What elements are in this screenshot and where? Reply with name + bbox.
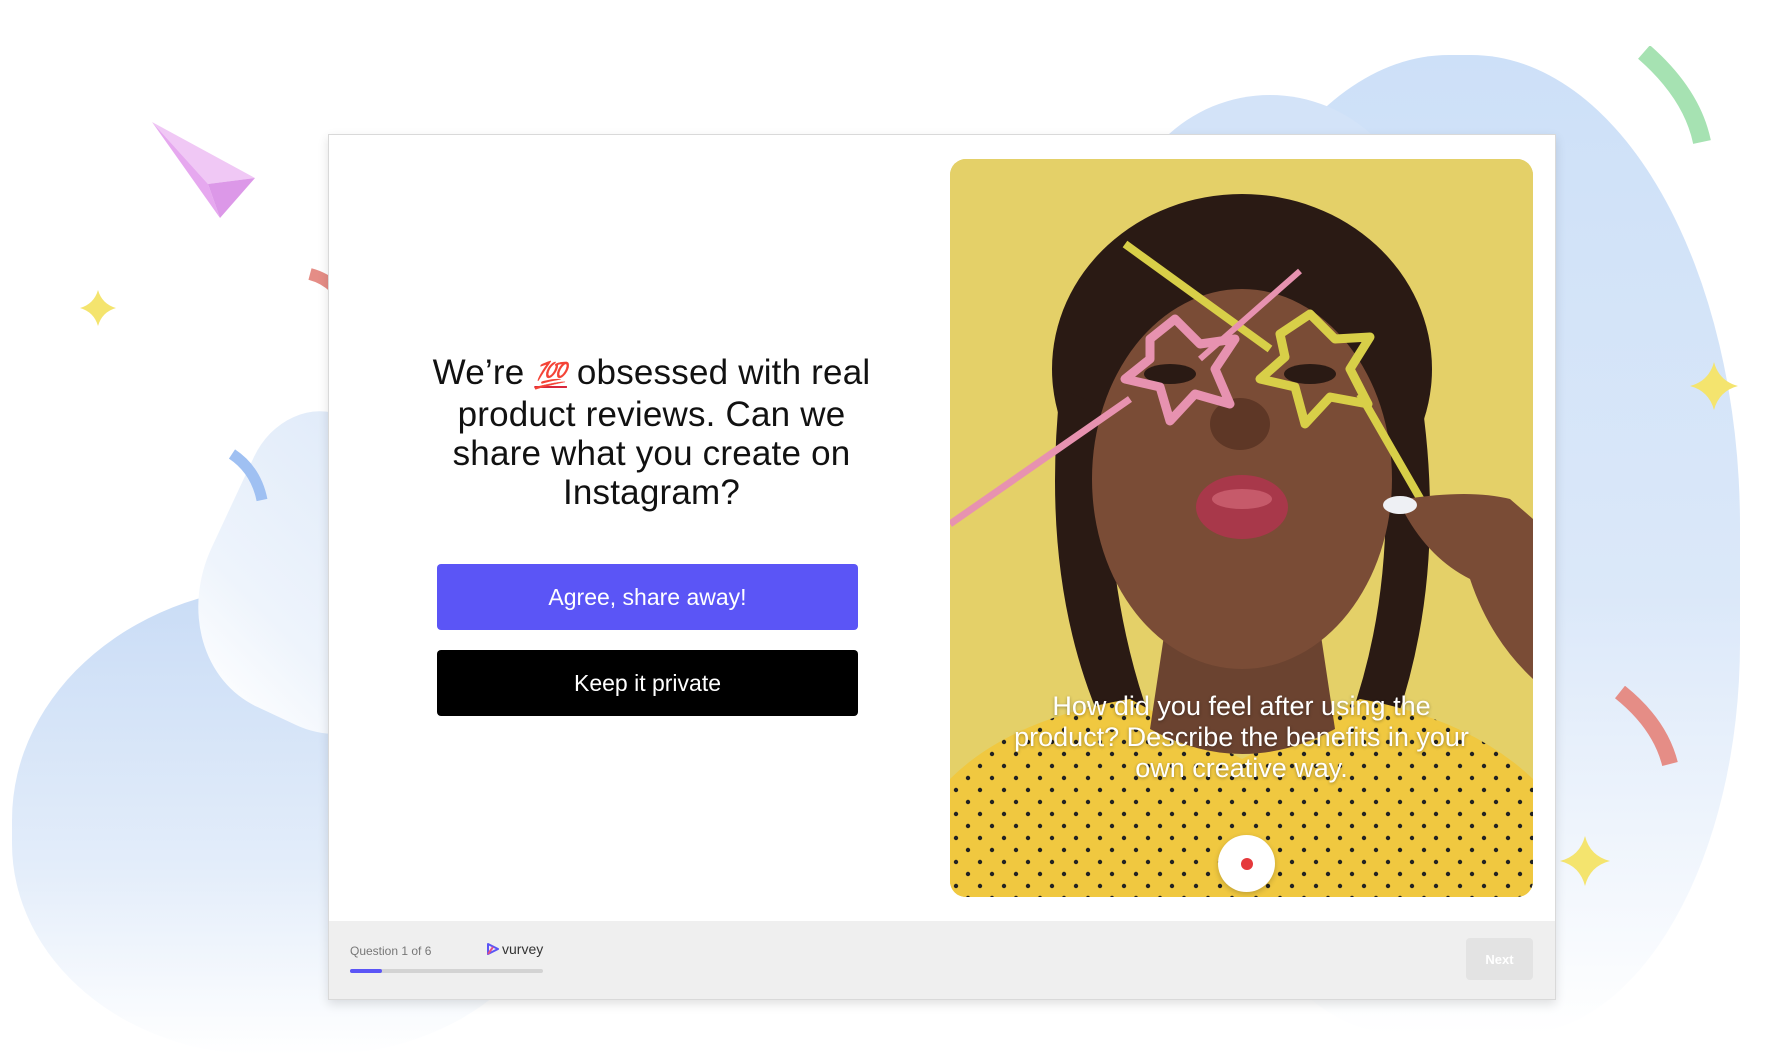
portrait-photo — [950, 159, 1533, 897]
brand-name: vurvey — [502, 941, 544, 957]
brand-logo: vurvey — [487, 941, 543, 957]
confetti-arc-icon — [1638, 46, 1711, 145]
media-prompt-caption: How did you feel after using the product… — [1014, 691, 1469, 783]
vurvey-play-icon — [487, 943, 499, 955]
record-button[interactable] — [1218, 835, 1275, 892]
question-text-start: We’re — [432, 353, 535, 392]
confetti-arc-icon — [228, 449, 268, 502]
agree-share-button[interactable]: Agree, share away! — [437, 564, 858, 630]
sparkle-icon — [80, 290, 116, 326]
sparkle-icon — [1690, 362, 1738, 410]
question-progress-label: Question 1 of 6 — [350, 944, 432, 958]
sparkle-icon — [1560, 836, 1610, 886]
keep-private-button[interactable]: Keep it private — [437, 650, 858, 716]
hundred-points-emoji-icon: 💯 — [534, 360, 567, 390]
video-prompt-panel: How did you feel after using the product… — [950, 159, 1533, 897]
record-dot-icon — [1241, 858, 1253, 870]
progress-track — [350, 969, 543, 973]
confetti-arc-icon — [1614, 686, 1678, 767]
survey-card: We’re 💯 obsessed with real product revie… — [328, 134, 1556, 1000]
next-button[interactable]: Next — [1466, 938, 1533, 980]
survey-footer: Question 1 of 6 vurvey Next — [329, 921, 1555, 999]
paper-plane-icon — [152, 122, 255, 218]
progress-fill — [350, 969, 383, 973]
question-heading: We’re 💯 obsessed with real product revie… — [419, 353, 884, 512]
